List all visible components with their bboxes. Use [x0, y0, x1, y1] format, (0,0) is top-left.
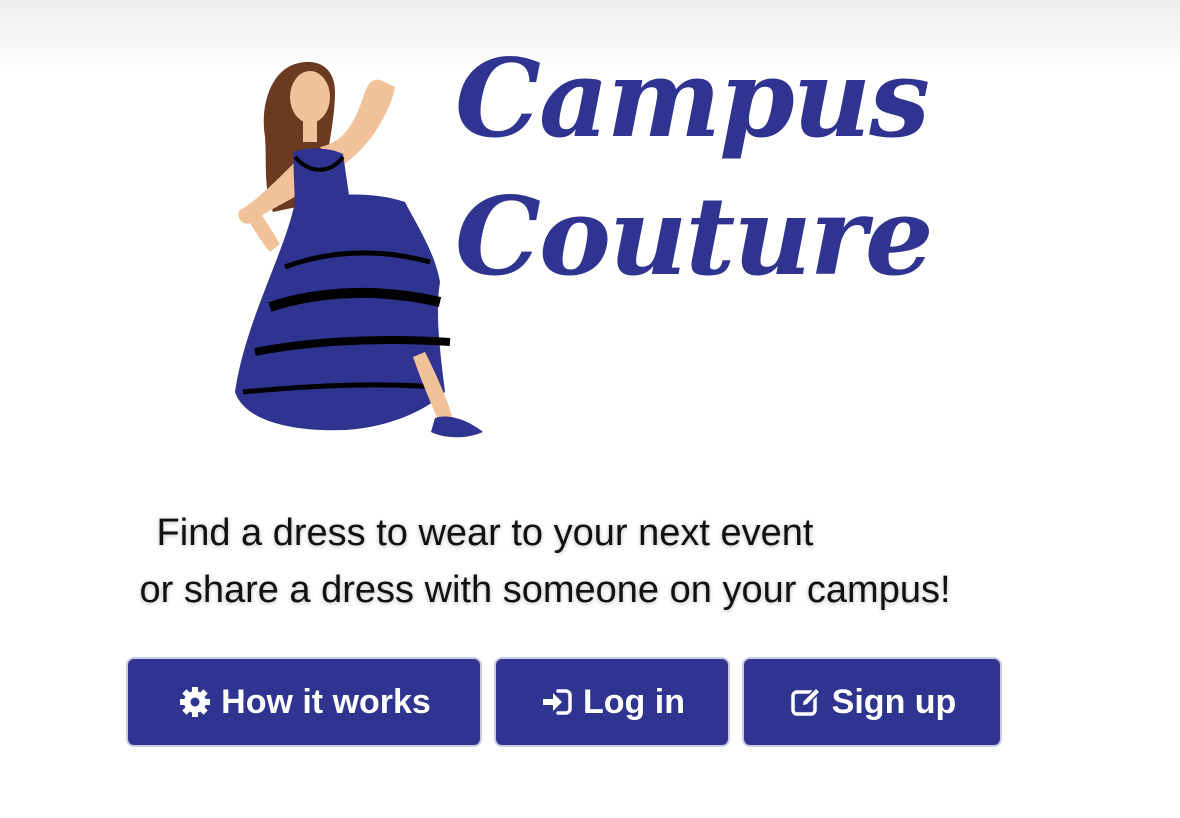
how-it-works-label: How it works [221, 682, 431, 721]
site-logo[interactable] [225, 52, 905, 447]
sign-up-label: Sign up [831, 682, 957, 721]
dancer-figure [235, 61, 483, 438]
tagline: Find a dress to wear to your next event … [100, 505, 1030, 619]
sign-in-icon [539, 684, 575, 720]
log-in-button[interactable]: Log in [494, 657, 730, 747]
tagline-line-1: Find a dress to wear to your next event [156, 512, 814, 554]
gear-icon [177, 684, 213, 720]
log-in-label: Log in [583, 682, 685, 721]
sign-up-button[interactable]: Sign up [742, 657, 1002, 747]
how-it-works-button[interactable]: How it works [126, 657, 482, 747]
edit-icon [788, 684, 824, 720]
tagline-line-2: or share a dress with someone on your ca… [139, 569, 951, 611]
